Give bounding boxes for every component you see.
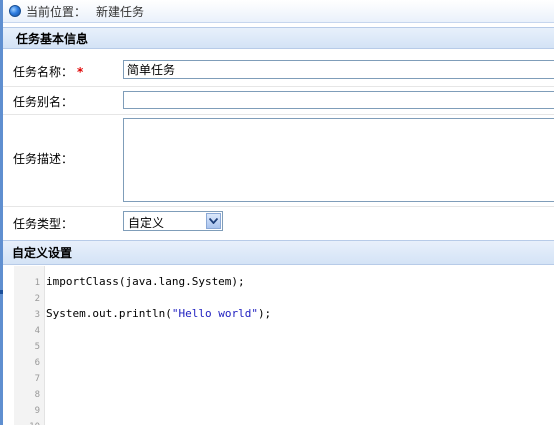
- globe-icon: [9, 5, 21, 17]
- breadcrumb: 当前位置： 新建任务: [3, 0, 554, 23]
- line-number: 6: [34, 358, 40, 368]
- task-alias-label: 任务别名：: [13, 95, 74, 109]
- line-number: 9: [34, 406, 40, 416]
- line-number: 3: [34, 310, 40, 320]
- breadcrumb-prefix: 当前位置：: [26, 4, 87, 19]
- task-type-label: 任务类型：: [13, 217, 74, 231]
- form-row-task-type: 任务类型： 自定义: [3, 207, 554, 240]
- code-line: importClass(java.lang.System);: [46, 275, 245, 288]
- splitter-handle[interactable]: [0, 290, 3, 294]
- form-row-task-name: 任务名称： *: [3, 55, 554, 87]
- task-type-selected-value: 自定义: [128, 216, 165, 230]
- code-string-literal: "Hello world": [171, 307, 258, 320]
- code-line: System.out.println("Hello world");: [46, 307, 271, 320]
- task-name-label: 任务名称： *: [13, 63, 83, 80]
- line-number-gutter: 1 2 3 4 5 6 7 8 9 10: [14, 266, 45, 425]
- section-custom-settings-title: 自定义设置: [12, 246, 73, 260]
- section-basic-info-title: 任务基本信息: [16, 31, 89, 46]
- line-number: 5: [34, 342, 40, 352]
- required-mark: *: [77, 65, 84, 79]
- code-text: System.out.println(: [46, 307, 172, 320]
- section-custom-settings-header: 自定义设置: [3, 240, 554, 265]
- line-number: 8: [34, 390, 40, 400]
- task-name-label-text: 任务名称：: [13, 65, 74, 79]
- section-basic-info-header: 任务基本信息: [3, 27, 554, 49]
- task-description-textarea[interactable]: [123, 118, 554, 202]
- task-alias-input[interactable]: [123, 91, 554, 109]
- code-text: );: [257, 307, 272, 320]
- line-number: 7: [34, 374, 40, 384]
- line-number: 4: [34, 326, 40, 336]
- chevron-down-icon[interactable]: [206, 213, 221, 229]
- line-number: 2: [34, 294, 40, 304]
- task-type-select[interactable]: 自定义: [123, 211, 223, 231]
- task-description-label: 任务描述：: [13, 152, 74, 166]
- form-row-task-description: 任务描述：: [3, 115, 554, 207]
- task-name-input[interactable]: [123, 60, 554, 79]
- form-row-task-alias: 任务别名：: [3, 87, 554, 115]
- code-editor[interactable]: 1 2 3 4 5 6 7 8 9 10 importClass(java.la…: [3, 266, 554, 425]
- line-number: 1: [34, 278, 40, 288]
- breadcrumb-current: 新建任务: [96, 4, 145, 19]
